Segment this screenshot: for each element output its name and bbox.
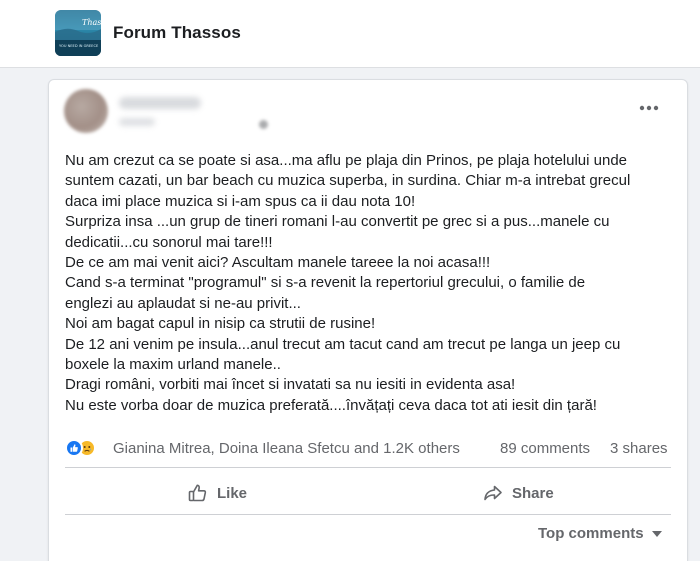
group-logo-image: Thassos YOU NEED IN GREECE (55, 10, 101, 56)
post-line: boxele la maxim urland manele.. (65, 356, 281, 374)
post-line: englezi au aplaudat si ne-au privit... (65, 294, 301, 312)
reactions-summary: Gianina Mitrea, Doina Ileana Sfetcu and … (65, 437, 675, 459)
divider (65, 514, 671, 515)
group-logo[interactable]: Thassos YOU NEED IN GREECE (55, 10, 101, 56)
post-line: suntem cazati, un bar beach cu muzica su… (65, 172, 631, 190)
like-label: Like (217, 484, 248, 502)
share-label: Share (512, 484, 554, 502)
logo-script-text: Thassos (82, 18, 101, 27)
more-options-button[interactable] (634, 100, 664, 116)
shares-count-link[interactable]: 3 shares (610, 440, 668, 457)
post-line: Nu este vorba doar de muzica preferată..… (65, 396, 597, 414)
post-line: Nu am crezut ca se poate si asa...ma afl… (65, 152, 628, 169)
more-horizontal-icon (639, 105, 659, 111)
post-line: Cand s-a terminat "programul" si s-a rev… (65, 274, 586, 292)
audience-icon (259, 120, 268, 129)
post-line: Surpriza insa ...un grup de tineri roman… (65, 213, 610, 231)
group-name[interactable]: Forum Thassos (113, 23, 241, 43)
post-timestamp-redacted[interactable] (119, 118, 155, 126)
divider (65, 467, 671, 468)
post-line: daca imi place muzica si i-am spus ca ii… (65, 192, 416, 210)
post-line: Noi am bagat capul in nisip ca strutii d… (65, 315, 376, 333)
chevron-down-icon (651, 530, 662, 537)
thumbs-up-icon (188, 484, 207, 502)
comments-count-link[interactable]: 89 comments (500, 440, 590, 457)
post-line: Dragi români, vorbiti mai încet si invat… (65, 376, 516, 394)
post-line: De ce am mai venit aici? Ascultam manele… (65, 254, 491, 272)
post-line: De 12 ani venim pe insula...anul trecut … (65, 335, 621, 353)
post-line: dedicatii...cu sonorul mai tare!!! (65, 233, 273, 251)
post-text: Nu am crezut ca se poate si asa...ma afl… (65, 151, 680, 416)
share-arrow-icon (484, 485, 502, 501)
share-button[interactable]: Share (482, 476, 554, 510)
like-reaction-icon[interactable] (65, 439, 83, 457)
post-card: Nu am crezut ca se poate si asa...ma afl… (48, 79, 688, 561)
like-button[interactable]: Like (187, 476, 247, 510)
group-header: Thassos YOU NEED IN GREECE Forum Thassos (0, 0, 700, 68)
reaction-names-link[interactable]: Gianina Mitrea, Doina Ileana Sfetcu and … (113, 440, 460, 457)
author-name-redacted[interactable] (119, 97, 201, 109)
comment-sort-dropdown[interactable]: Top comments (538, 525, 662, 542)
logo-caption-text: YOU NEED IN GREECE (59, 44, 99, 48)
author-avatar[interactable] (64, 89, 108, 133)
comment-sort-label: Top comments (538, 525, 644, 542)
